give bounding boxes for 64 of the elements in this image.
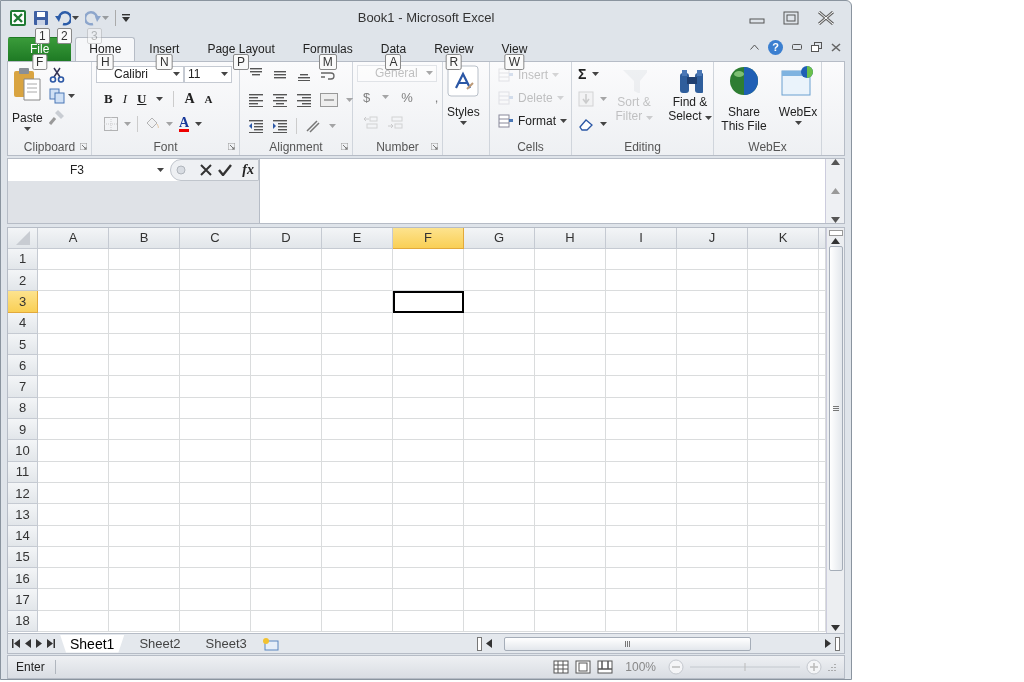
row-header[interactable]: 10 — [8, 440, 38, 462]
group-label: Clipboard — [23, 139, 76, 154]
group-label: Alignment — [269, 139, 323, 154]
column-header[interactable]: J — [677, 227, 748, 249]
window-title: Book1 - Microsoft Excel — [357, 10, 495, 25]
column-header[interactable]: K — [748, 227, 819, 249]
keytip: 2 — [57, 28, 72, 45]
keytip: R — [445, 53, 463, 70]
font-color-button[interactable]: A — [179, 116, 190, 132]
row-header[interactable]: 14 — [8, 525, 38, 547]
column-header[interactable]: I — [606, 227, 677, 249]
row-header[interactable]: 4 — [8, 312, 38, 334]
row-header[interactable]: 6 — [8, 355, 38, 377]
row-header[interactable]: 1 — [8, 248, 38, 270]
webex-button[interactable]: WebEx — [776, 64, 820, 139]
row-header[interactable]: 5 — [8, 333, 38, 356]
column-header[interactable]: A — [38, 227, 109, 249]
font-name-field[interactable]: Calibri — [96, 65, 184, 83]
row-header[interactable]: 7 — [8, 376, 38, 398]
row-header[interactable]: 16 — [8, 568, 38, 590]
help-button[interactable]: ? — [768, 39, 783, 55]
sheet-tab[interactable]: Sheet3 — [195, 635, 257, 653]
share-file-button[interactable]: Share This File — [718, 64, 770, 139]
format-cells-button[interactable]: Format — [498, 110, 567, 131]
keytip: 1 — [35, 28, 50, 45]
column-header[interactable]: F — [393, 227, 464, 249]
row-header[interactable]: 15 — [8, 546, 38, 569]
keytip: A — [385, 53, 402, 70]
column-header[interactable]: D — [251, 227, 322, 249]
keytip: W — [504, 53, 525, 70]
underline-button[interactable]: U — [137, 91, 147, 108]
row-header[interactable]: 13 — [8, 504, 38, 526]
group-label: WebEx — [748, 139, 787, 154]
group-label: Font — [153, 139, 178, 154]
row-header[interactable]: 8 — [8, 397, 38, 420]
column-header[interactable]: C — [180, 227, 251, 249]
column-header[interactable]: B — [109, 227, 180, 249]
sheet-tab[interactable]: Sheet2 — [129, 635, 191, 653]
row-header[interactable]: 3 — [8, 291, 38, 313]
status-mode: Enter — [16, 660, 56, 675]
keytip: M — [318, 53, 337, 70]
column-header[interactable]: E — [322, 227, 393, 249]
bold-button[interactable]: B — [104, 91, 113, 108]
shrink-font-button[interactable]: A — [204, 93, 213, 106]
group-label: Number — [376, 139, 419, 154]
row-header[interactable]: 18 — [8, 610, 38, 633]
keytip: H — [97, 53, 114, 70]
group-label: Editing — [624, 139, 661, 154]
find-select-button[interactable]: Find & Select — [665, 64, 715, 139]
column-header[interactable]: H — [535, 227, 606, 249]
sheet-tab[interactable]: Sheet1 — [60, 634, 125, 653]
group-label: Cells — [517, 139, 544, 154]
font-size-field[interactable]: 11 — [184, 65, 232, 83]
row-header[interactable]: 17 — [8, 589, 38, 611]
column-header[interactable]: G — [464, 227, 535, 249]
autosum-button[interactable]: Σ — [578, 66, 587, 83]
row-header[interactable]: 11 — [8, 461, 38, 483]
keytip: N — [156, 53, 173, 70]
row-header[interactable]: 9 — [8, 419, 38, 441]
row-header[interactable]: 2 — [8, 270, 38, 292]
grow-font-button[interactable]: A — [184, 91, 195, 108]
italic-button[interactable]: I — [122, 91, 127, 108]
row-header[interactable]: 12 — [8, 482, 38, 505]
keytip: P — [233, 53, 250, 70]
